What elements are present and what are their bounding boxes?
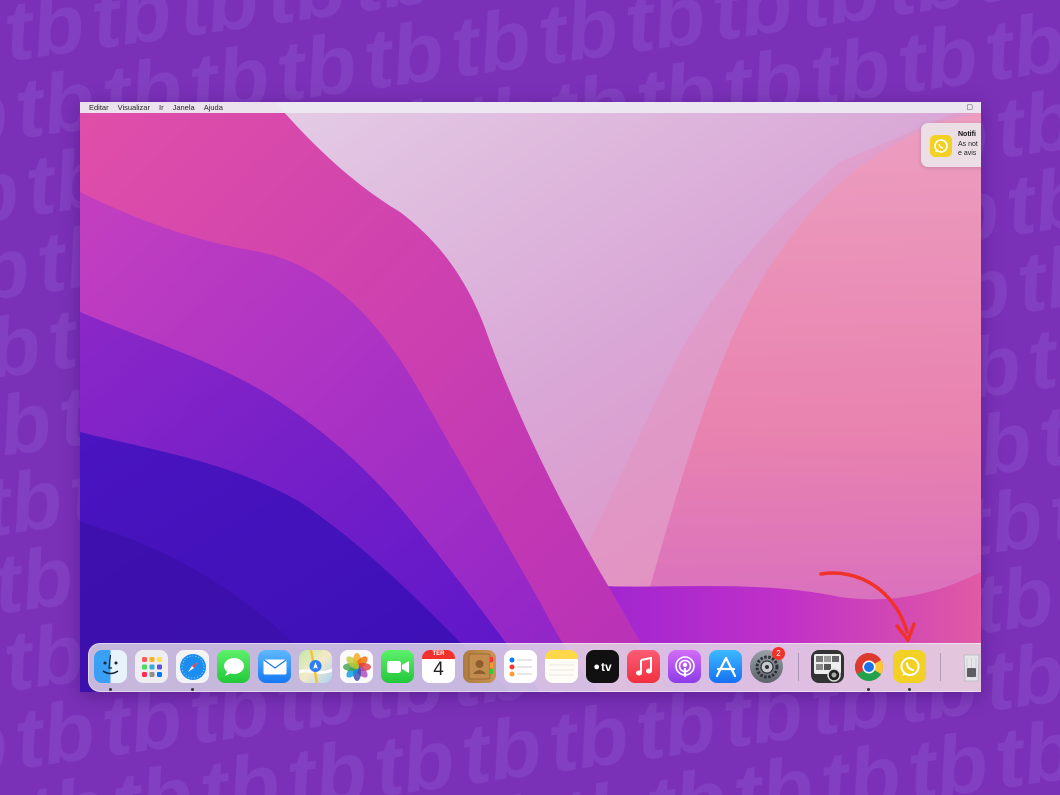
menu-editar[interactable]: Editar xyxy=(86,102,115,113)
whatsapp-icon xyxy=(893,650,926,683)
dock-item-calendar[interactable]: TER 4 xyxy=(422,650,455,683)
launchpad-icon xyxy=(135,650,168,683)
apple-tv-label: tv xyxy=(600,659,612,674)
dock-item-image-capture[interactable] xyxy=(811,650,844,683)
dock-item-photos[interactable] xyxy=(340,650,373,683)
calendar-icon: TER 4 xyxy=(422,650,455,683)
dock-item-mail[interactable] xyxy=(258,650,291,683)
notification-title: Notifi xyxy=(958,131,976,138)
app-store-icon xyxy=(709,650,742,683)
notification-badge: 2 xyxy=(772,647,785,660)
menu-ajuda[interactable]: Ajuda xyxy=(201,102,229,113)
running-indicator xyxy=(908,688,911,691)
podcasts-icon xyxy=(668,650,701,683)
dock-item-app-store[interactable] xyxy=(709,650,742,683)
messages-icon xyxy=(217,650,250,683)
calendar-month: TER xyxy=(422,650,455,659)
reminders-icon xyxy=(504,650,537,683)
menu-ir[interactable]: Ir xyxy=(156,102,170,113)
finder-icon xyxy=(94,650,127,683)
dock-item-chrome[interactable] xyxy=(852,650,885,691)
notes-icon xyxy=(545,650,578,683)
notification-banner[interactable]: Notifi As not e avis xyxy=(921,123,981,167)
running-indicator xyxy=(867,688,870,691)
dock-item-podcasts[interactable] xyxy=(668,650,701,683)
dock-item-trash[interactable] xyxy=(955,650,981,683)
contacts-icon xyxy=(463,650,496,683)
dock-separator xyxy=(798,653,799,681)
dock-item-reminders[interactable] xyxy=(504,650,537,683)
music-icon xyxy=(627,650,660,683)
control-center-icon[interactable]: ▢ xyxy=(963,102,979,113)
dock-separator xyxy=(940,653,941,681)
dock-item-safari[interactable] xyxy=(176,650,209,691)
dock-item-apple-tv[interactable]: ● tv xyxy=(586,650,619,683)
mac-screen: Editar Visualizar Ir Janela Ajuda ▢ Noti… xyxy=(80,102,981,692)
dock-item-system-preferences[interactable]: 2 xyxy=(750,647,785,683)
facetime-icon xyxy=(381,650,414,683)
image-capture-icon xyxy=(811,650,844,683)
photos-icon xyxy=(340,650,373,683)
running-indicator xyxy=(191,688,194,691)
maps-icon xyxy=(299,650,332,683)
dock-item-launchpad[interactable] xyxy=(135,650,168,683)
safari-icon xyxy=(176,650,209,683)
dock-item-messages[interactable] xyxy=(217,650,250,683)
apple-tv-icon: ● tv xyxy=(586,650,619,683)
notification-body: As not e avis xyxy=(958,141,978,157)
trash-icon xyxy=(955,650,981,683)
dock-item-music[interactable] xyxy=(627,650,660,683)
calendar-day: 4 xyxy=(433,659,444,680)
dock-item-notes[interactable] xyxy=(545,650,578,683)
menu-bar: Editar Visualizar Ir Janela Ajuda ▢ xyxy=(80,102,981,113)
menu-janela[interactable]: Janela xyxy=(170,102,201,113)
chrome-icon xyxy=(852,650,885,683)
dock: TER 4 ● tv 2 xyxy=(88,643,981,692)
whatsapp-icon xyxy=(930,135,952,157)
dock-item-facetime[interactable] xyxy=(381,650,414,683)
desktop-wallpaper xyxy=(80,102,981,692)
dock-item-contacts[interactable] xyxy=(463,650,496,683)
menu-visualizar[interactable]: Visualizar xyxy=(115,102,156,113)
apple-logo-icon: ● xyxy=(593,660,600,673)
running-indicator xyxy=(109,688,112,691)
dock-item-maps[interactable] xyxy=(299,650,332,683)
dock-item-finder[interactable] xyxy=(94,650,127,691)
mail-icon xyxy=(258,650,291,683)
dock-item-whatsapp[interactable] xyxy=(893,650,926,691)
